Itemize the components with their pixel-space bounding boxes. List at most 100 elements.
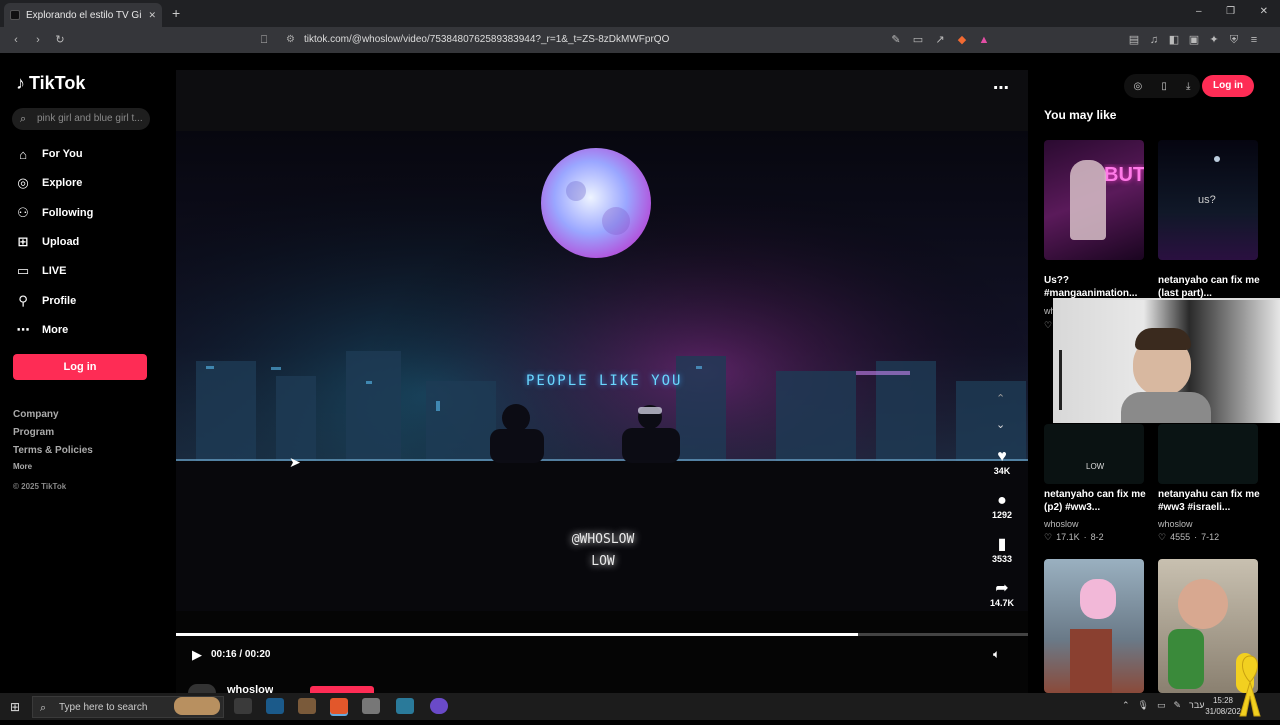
mouse-cursor-icon: ➤ [289, 454, 301, 470]
sidebar-item-explore[interactable]: ◎ Explore [16, 173, 156, 193]
taskbar-app-icon[interactable] [298, 698, 316, 714]
comment-button[interactable]: ● 1292 [990, 492, 1014, 520]
webcam-mic-stand [1059, 350, 1062, 410]
date: 7-12 [1201, 532, 1220, 542]
play-icon[interactable]: ▶ [192, 647, 202, 663]
leo-icon[interactable]: ✦ [1206, 33, 1222, 47]
plus-square-icon: ⊞ [17, 234, 29, 249]
reader-icon[interactable]: ▤ [1126, 33, 1142, 47]
nav-label: Upload [42, 236, 80, 248]
share-count: 14.7K [990, 598, 1015, 608]
sidebar-item-more[interactable]: ⋯ More [16, 320, 156, 340]
coin-icon[interactable]: ◎ [1134, 81, 1143, 92]
heart-icon: ♥ [997, 448, 1007, 465]
author-avatar[interactable] [188, 684, 216, 693]
menu-icon[interactable]: ≡ [1246, 33, 1262, 47]
forward-icon[interactable]: › [30, 33, 46, 47]
sidebar-item-profile[interactable]: ⚲ Profile [16, 291, 156, 311]
video-controls [176, 611, 1028, 693]
search-input[interactable]: ⌕ pink girl and blue girl t... [12, 108, 150, 130]
tray-chevron-icon[interactable]: ⌃ [1122, 700, 1130, 711]
author-name[interactable]: whoslow [227, 684, 273, 693]
sidebar-item-upload[interactable]: ⊞ Upload [16, 232, 156, 252]
suggestion-thumbnail[interactable]: BUT TH [1044, 140, 1144, 260]
sidebar-item-following[interactable]: ⚇ Following [16, 203, 156, 223]
nav-label: For You [42, 148, 83, 160]
compass-icon: ◎ [17, 175, 29, 190]
save-count: 3533 [991, 554, 1013, 564]
cast-icon[interactable]: ▭ [910, 33, 926, 47]
taskbar-app-icon[interactable] [396, 698, 414, 714]
suggestion-thumbnail[interactable] [1044, 559, 1144, 693]
login-button-top[interactable]: Log in [1202, 75, 1254, 97]
suggestion-thumbnail[interactable] [1158, 424, 1258, 484]
suggestion-caption[interactable]: netanyaho can fix me (p2) #ww3... [1044, 488, 1146, 514]
save-button[interactable]: ▮ 3533 [990, 536, 1014, 564]
footer-more[interactable]: More [13, 462, 32, 471]
next-video-icon[interactable]: ⌄ [996, 418, 1005, 431]
nav-label: Profile [42, 295, 77, 307]
device-icon[interactable]: ▯ [1161, 81, 1167, 92]
close-tab-icon[interactable]: ✕ [148, 10, 156, 21]
tiktok-logo[interactable]: ♪ TikTok [16, 73, 85, 94]
site-info-icon[interactable]: ⚙ [286, 31, 295, 49]
login-button[interactable]: Log in [13, 354, 147, 380]
prev-video-icon[interactable]: ⌃ [996, 392, 1005, 405]
video-top-bar [176, 70, 1028, 131]
taskbar-app-icon[interactable] [430, 698, 448, 714]
follow-button[interactable] [310, 686, 374, 693]
thumbnail-face [1178, 579, 1228, 629]
suggestion-thumbnail[interactable]: LOW [1044, 424, 1144, 484]
footer-company[interactable]: Company [13, 409, 59, 420]
more-options-icon[interactable]: ⋯ [993, 78, 1009, 98]
suggestion-stats: ♡ 17.1K · 8-2 [1044, 532, 1104, 543]
download-icon[interactable]: ⤓ [1186, 81, 1190, 92]
brave-browser-icon[interactable] [330, 698, 348, 714]
no-tracking-icon[interactable]: ✎ [888, 33, 904, 47]
back-icon[interactable]: ‹ [8, 33, 24, 47]
suggestion-caption[interactable]: netanyahu can fix me #ww3 #israeli... [1158, 488, 1260, 514]
more-icon: ⋯ [16, 322, 30, 337]
suggestion-caption[interactable]: Us?? #mangaanimation... [1044, 274, 1146, 300]
tab-title: Explorando el estilo TV Girl | Tik [26, 9, 142, 21]
like-button[interactable]: ♥ 34K [990, 448, 1014, 476]
thumbnail-text: us? [1198, 194, 1216, 206]
mic-icon[interactable]: 🎙︎ [1138, 700, 1149, 711]
volume-icon[interactable]: 🔈︎ [993, 647, 1000, 662]
thumbnail-figure [1070, 160, 1106, 240]
windows-start-icon[interactable]: ⊞ [10, 700, 20, 714]
sidebar-item-live[interactable]: ▭ LIVE [16, 261, 156, 281]
brave-rewards-icon[interactable]: ▲ [976, 33, 992, 47]
bookmark-icon[interactable]: ⎕ [256, 33, 272, 47]
video-frame[interactable]: PEOPLE LIKE YOU @WHOSLOW LOW [176, 131, 1028, 611]
suggestion-caption[interactable]: netanyaho can fix me (last part)... [1158, 274, 1260, 300]
steam-icon[interactable] [266, 698, 284, 714]
vpn-icon[interactable]: ⛨ [1226, 33, 1242, 47]
footer-terms[interactable]: Terms & Policies [13, 445, 93, 456]
thumbnail-text: BUT TH [1104, 164, 1144, 186]
footer-program[interactable]: Program [13, 427, 54, 438]
music-icon[interactable]: ♫ [1146, 33, 1162, 47]
taskbar-app-icon[interactable] [362, 698, 380, 714]
taskbar-app-icon[interactable] [234, 698, 252, 714]
watermark-handle: @WHOSLOW [571, 532, 635, 547]
suggestion-thumbnail[interactable]: us? [1158, 140, 1258, 260]
new-tab-button[interactable]: + [172, 5, 180, 21]
reload-icon[interactable]: ↻ [52, 33, 68, 47]
maximize-button[interactable]: ❐ [1226, 6, 1235, 17]
close-window-button[interactable]: ✕ [1260, 6, 1268, 17]
video-watermark: @WHOSLOW LOW [568, 529, 638, 573]
share-icon[interactable]: ↗ [932, 33, 948, 47]
thumbnail-figure [1168, 629, 1204, 689]
network-icon[interactable]: ▭ [1157, 700, 1166, 711]
pen-icon[interactable]: ✎ [1174, 700, 1182, 711]
progress-fill [176, 633, 858, 636]
browser-tab[interactable]: Explorando el estilo TV Girl | Tik ✕ [4, 3, 162, 27]
minimize-button[interactable]: – [1196, 6, 1202, 17]
wallet-icon[interactable]: ▣ [1186, 33, 1202, 47]
brave-shield-icon[interactable]: ◆ [954, 33, 970, 47]
share-button[interactable]: ➦ 14.7K [990, 580, 1014, 608]
sidebar-item-for-you[interactable]: ⌂ For You [16, 144, 156, 164]
sidebar-icon[interactable]: ◧ [1166, 33, 1182, 47]
person-icon: ⚇ [17, 205, 29, 220]
